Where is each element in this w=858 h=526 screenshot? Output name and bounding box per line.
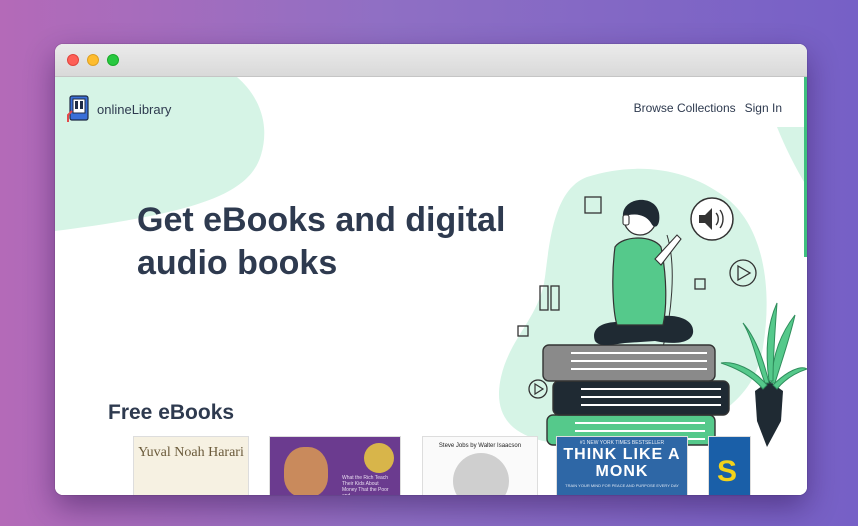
- book-cover-blurb: What the Rich Teach Their Kids About Mon…: [342, 475, 389, 495]
- book-cover-author: Steve Jobs by Walter Isaacson: [438, 443, 522, 449]
- book-cover-portrait: [284, 447, 328, 495]
- top-nav: Browse Collections Sign In: [634, 101, 782, 115]
- book-cover-title: Yuval Noah Harari: [138, 445, 244, 460]
- minimize-window-button[interactable]: [87, 54, 99, 66]
- sign-in-link[interactable]: Sign In: [745, 101, 782, 115]
- book-card[interactable]: Yuval Noah Harari: [133, 436, 249, 495]
- book-cover-subtitle: TRAIN YOUR MIND FOR PEACE AND PURPOSE EV…: [565, 483, 679, 488]
- scrollbar[interactable]: [804, 77, 807, 257]
- window-titlebar: [55, 44, 807, 77]
- section-title-free-ebooks: Free eBooks: [108, 401, 235, 424]
- book-carousel: Yuval Noah Harari What the Rich Teach Th…: [133, 436, 751, 495]
- close-window-button[interactable]: [67, 54, 79, 66]
- hero-title: Get eBooks and digital audio books: [137, 201, 506, 282]
- library-logo-icon: [67, 95, 89, 122]
- book-card[interactable]: #1 NEW YORK TIMES BESTSELLER THINK LIKE …: [556, 436, 688, 495]
- book-card[interactable]: What the Rich Teach Their Kids About Mon…: [269, 436, 401, 495]
- book-card[interactable]: Steve Jobs by Walter Isaacson: [422, 436, 538, 495]
- reading-illustration: [498, 127, 807, 447]
- book-cover-title: S: [717, 455, 738, 488]
- book-cover-seal: [364, 443, 394, 473]
- book-card[interactable]: S: [708, 436, 751, 495]
- browse-collections-link[interactable]: Browse Collections: [634, 101, 736, 115]
- logo[interactable]: onlineLibrary: [67, 95, 171, 123]
- browser-window: onlineLibrary Browse Collections Sign In…: [55, 44, 807, 495]
- book-cover-portrait: [453, 453, 509, 495]
- maximize-window-button[interactable]: [107, 54, 119, 66]
- page-viewport: onlineLibrary Browse Collections Sign In…: [55, 77, 807, 495]
- logo-text: onlineLibrary: [97, 101, 172, 117]
- book-cover-title: THINK LIKE A MONK: [563, 446, 681, 480]
